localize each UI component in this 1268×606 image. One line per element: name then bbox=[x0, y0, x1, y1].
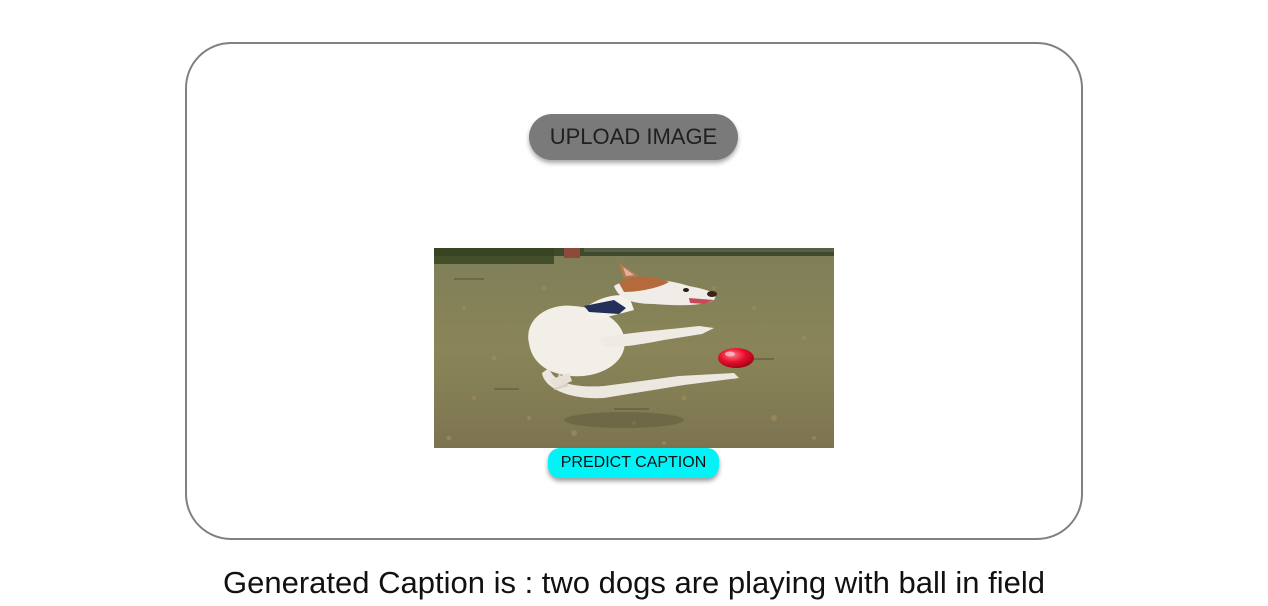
dog-photo-illustration bbox=[434, 248, 834, 448]
generated-caption-text: Generated Caption is : two dogs are play… bbox=[223, 565, 1045, 600]
upload-image-button[interactable]: UPLOAD IMAGE bbox=[529, 114, 738, 160]
predict-caption-button[interactable]: PREDICT CAPTION bbox=[548, 448, 719, 478]
uploaded-image-preview bbox=[434, 248, 834, 448]
